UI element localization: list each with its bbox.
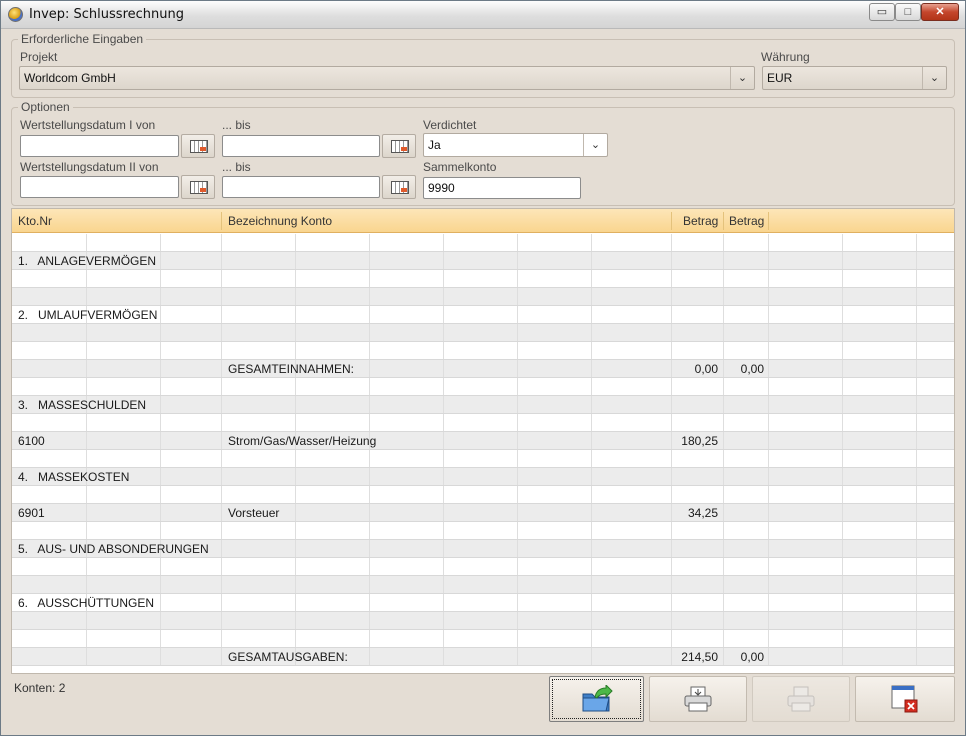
date2-to-input[interactable] [222, 176, 380, 198]
table-row[interactable] [12, 414, 954, 432]
condensed-select[interactable]: Ja ⌄ [423, 133, 608, 157]
column-header-betrag-2[interactable]: Betrag [729, 214, 764, 228]
cell-betrag-1: 180,25 [681, 434, 718, 448]
options-legend: Optionen [21, 100, 70, 114]
client-area: Erforderliche Eingaben Projekt Worldcom … [5, 30, 961, 733]
close-window-button[interactable] [855, 676, 955, 722]
account-count-status: Konten: 2 [14, 681, 66, 695]
table-row[interactable]: GESAMTEINNAHMEN: 0,00 0,00 [12, 360, 954, 378]
table-row[interactable] [12, 612, 954, 630]
cell-kto: 4. MASSEKOSTEN [18, 470, 130, 484]
table-row[interactable] [12, 378, 954, 396]
table-row[interactable]: 3. MASSESCHULDEN [12, 396, 954, 414]
print-preview-button[interactable] [752, 676, 850, 722]
date1-to-calendar-button[interactable] [382, 134, 416, 158]
cell-kto: 6901 [18, 506, 45, 520]
currency-select[interactable]: EUR ⌄ [762, 66, 947, 90]
calendar-icon [190, 181, 208, 194]
table-row[interactable] [12, 234, 954, 252]
date2-from-label: Wertstellungsdatum II von [20, 160, 159, 174]
cell-betrag-2: 0,00 [740, 362, 764, 376]
date1-to-label: ... bis [222, 118, 251, 132]
cell-betrag-2: 0,00 [740, 650, 764, 664]
column-header-betrag-1[interactable]: Betrag [683, 214, 718, 228]
table-row[interactable] [12, 450, 954, 468]
condensed-value: Ja [428, 138, 441, 152]
calendar-icon [391, 140, 409, 153]
date2-from-calendar-button[interactable] [181, 175, 215, 199]
window-close-icon [891, 685, 918, 713]
currency-label: Währung [761, 50, 810, 64]
date1-to-input[interactable] [222, 135, 380, 157]
chevron-down-icon[interactable]: ⌄ [730, 67, 754, 89]
table-row[interactable] [12, 522, 954, 540]
cell-kto: 6100 [18, 434, 45, 448]
table-row[interactable] [12, 576, 954, 594]
table-row[interactable]: 4. MASSEKOSTEN [12, 468, 954, 486]
cell-bezeichnung: GESAMTEINNAHMEN: [228, 362, 355, 376]
table-row[interactable] [12, 324, 954, 342]
table-row[interactable] [12, 558, 954, 576]
cell-bezeichnung: Strom/Gas/Wasser/Heizung [228, 434, 377, 448]
folder-arrow-icon [582, 685, 613, 712]
window-title: Invep: Schlussrechnung [29, 7, 184, 22]
currency-value: EUR [767, 71, 793, 85]
chevron-down-icon[interactable]: ⌄ [583, 134, 607, 156]
date2-to-calendar-button[interactable] [382, 175, 416, 199]
cell-kto: 3. MASSESCHULDEN [18, 398, 147, 412]
table-row[interactable] [12, 270, 954, 288]
date2-to-label: ... bis [222, 160, 251, 174]
cell-betrag-1: 0,00 [694, 362, 718, 376]
table-row[interactable]: 6100 Strom/Gas/Wasser/Heizung 180,25 [12, 432, 954, 450]
minimize-button[interactable]: ▭ [869, 3, 895, 21]
date2-from-input[interactable] [20, 176, 179, 198]
maximize-button[interactable]: □ [895, 3, 921, 21]
cell-kto: 2. UMLAUFVERMÖGEN [18, 308, 158, 322]
title-bar[interactable]: Invep: Schlussrechnung ▭ □ ✕ [1, 1, 965, 29]
collective-account-input[interactable]: 9990 [423, 177, 581, 199]
printer-disabled-icon [787, 686, 815, 712]
calendar-icon [190, 140, 208, 153]
open-folder-button[interactable] [549, 676, 644, 722]
column-header-bezeichnung[interactable]: Bezeichnung Konto [228, 214, 332, 228]
table-row[interactable]: 5. AUS- UND ABSONDERUNGEN [12, 540, 954, 558]
table-row[interactable] [12, 486, 954, 504]
cell-kto: 6. AUSSCHÜTTUNGEN [18, 596, 155, 610]
printer-icon [684, 686, 712, 712]
required-inputs-legend: Erforderliche Eingaben [21, 32, 144, 46]
date1-from-calendar-button[interactable] [181, 134, 215, 158]
cell-bezeichnung: Vorsteuer [228, 506, 280, 520]
collective-account-label: Sammelkonto [423, 160, 497, 174]
table-header: Kto.Nr Bezeichnung Konto Betrag Betrag [12, 209, 954, 233]
condensed-label: Verdichtet [423, 118, 477, 132]
print-button[interactable] [649, 676, 747, 722]
cell-kto: 1. ANLAGEVERMÖGEN [18, 254, 157, 268]
project-value: Worldcom GmbH [24, 71, 116, 85]
date1-from-input[interactable] [20, 135, 179, 157]
project-select[interactable]: Worldcom GmbH ⌄ [19, 66, 755, 90]
cell-betrag-1: 34,25 [687, 506, 718, 520]
cell-betrag-1: 214,50 [681, 650, 718, 664]
cell-kto: 5. AUS- UND ABSONDERUNGEN [18, 542, 209, 556]
table-row[interactable]: 6901 Vorsteuer 34,25 [12, 504, 954, 522]
table-row[interactable]: 6. AUSSCHÜTTUNGEN [12, 594, 954, 612]
table-row[interactable]: 2. UMLAUFVERMÖGEN [12, 306, 954, 324]
app-window: Invep: Schlussrechnung ▭ □ ✕ Erforderlic… [0, 0, 966, 736]
calendar-icon [391, 181, 409, 194]
app-icon [8, 7, 23, 22]
chevron-down-icon[interactable]: ⌄ [922, 67, 946, 89]
table-row[interactable]: GESAMTAUSGABEN: 214,50 0,00 [12, 648, 954, 666]
date1-from-label: Wertstellungsdatum I von [20, 118, 156, 132]
close-button[interactable]: ✕ [921, 3, 959, 21]
table-row[interactable] [12, 630, 954, 648]
table-row[interactable] [12, 288, 954, 306]
table-row[interactable]: 1. ANLAGEVERMÖGEN [12, 252, 954, 270]
cell-bezeichnung: GESAMTAUSGABEN: [228, 650, 348, 664]
project-label: Projekt [20, 50, 58, 64]
accounts-table: Kto.Nr Bezeichnung Konto Betrag Betrag 1… [11, 208, 955, 674]
column-header-kto[interactable]: Kto.Nr [18, 214, 52, 228]
table-row[interactable] [12, 342, 954, 360]
